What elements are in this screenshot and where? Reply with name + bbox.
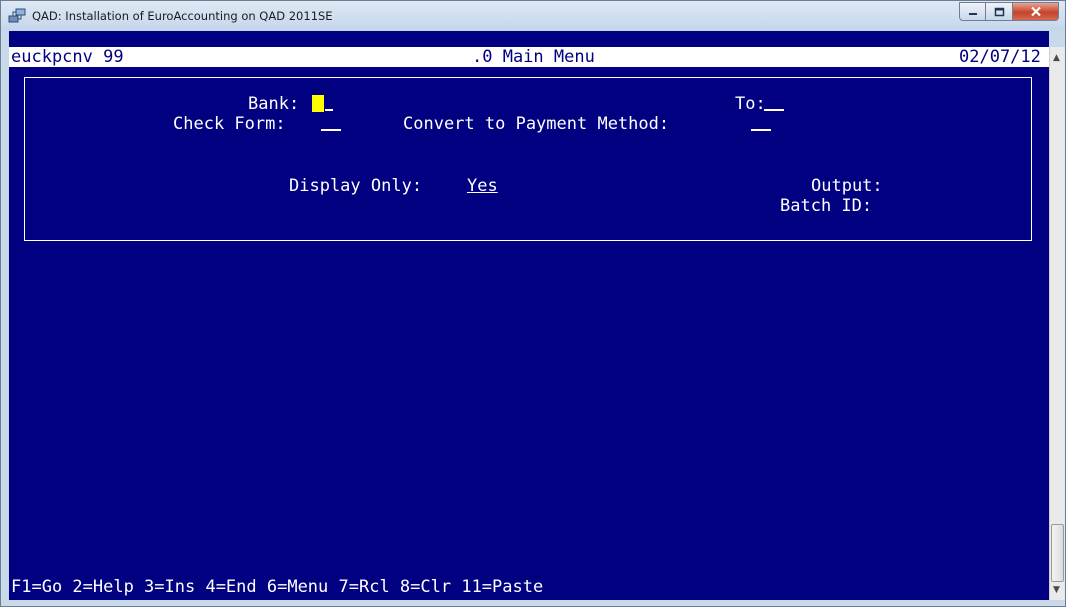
output-label: Output:	[811, 176, 883, 196]
minimize-button[interactable]	[959, 2, 986, 21]
vertical-scrollbar[interactable]: ▲ ▼	[1049, 47, 1065, 600]
convert-payment-method-field[interactable]	[745, 114, 771, 134]
convert-field-underline	[751, 129, 771, 131]
minimize-icon	[968, 12, 977, 15]
batch-id-label: Batch ID:	[780, 196, 873, 216]
header-status-bar: euckpcnv 99 .0 Main Menu 02/07/12	[9, 47, 1049, 67]
form-frame: Bank: To: Check Form: Convert to Payment…	[24, 77, 1032, 241]
display-only-value[interactable]: Yes	[467, 176, 498, 196]
terminal-screen[interactable]: euckpcnv 99 .0 Main Menu 02/07/12 Bank: …	[9, 31, 1049, 600]
convert-payment-method-label: Convert to Payment Method:	[403, 114, 670, 134]
menu-title: .0 Main Menu	[472, 47, 595, 67]
close-icon	[1030, 6, 1041, 17]
text-cursor	[312, 95, 324, 112]
check-form-label: Check Form:	[173, 114, 286, 134]
bank-field[interactable]	[312, 94, 333, 114]
close-button[interactable]	[1013, 2, 1059, 21]
qad-network-icon[interactable]	[8, 7, 26, 25]
to-field-underline	[764, 109, 784, 111]
window-title: QAD: Installation of EuroAccounting on Q…	[32, 9, 333, 23]
title-bar[interactable]: QAD: Installation of EuroAccounting on Q…	[1, 1, 1065, 31]
program-name: euckpcnv 99	[11, 47, 124, 67]
window-frame-left	[1, 31, 9, 600]
check-form-field-underline	[321, 129, 341, 131]
display-only-label: Display Only:	[289, 176, 423, 196]
bank-label: Bank:	[248, 94, 300, 114]
maximize-icon	[994, 7, 1004, 16]
check-form-field[interactable]	[315, 114, 341, 134]
scroll-up-icon[interactable]: ▲	[1053, 53, 1060, 63]
system-date: 02/07/12	[959, 47, 1041, 67]
window-controls	[959, 2, 1059, 23]
to-field[interactable]	[758, 94, 784, 114]
maximize-button[interactable]	[986, 2, 1013, 21]
function-key-bar: F1=Go 2=Help 3=Ins 4=End 6=Menu 7=Rcl 8=…	[11, 577, 544, 597]
bank-field-underline	[325, 109, 333, 111]
terminal-window: QAD: Installation of EuroAccounting on Q…	[0, 0, 1066, 607]
scroll-down-icon[interactable]: ▼	[1053, 585, 1060, 595]
scrollbar-thumb[interactable]	[1051, 524, 1064, 582]
